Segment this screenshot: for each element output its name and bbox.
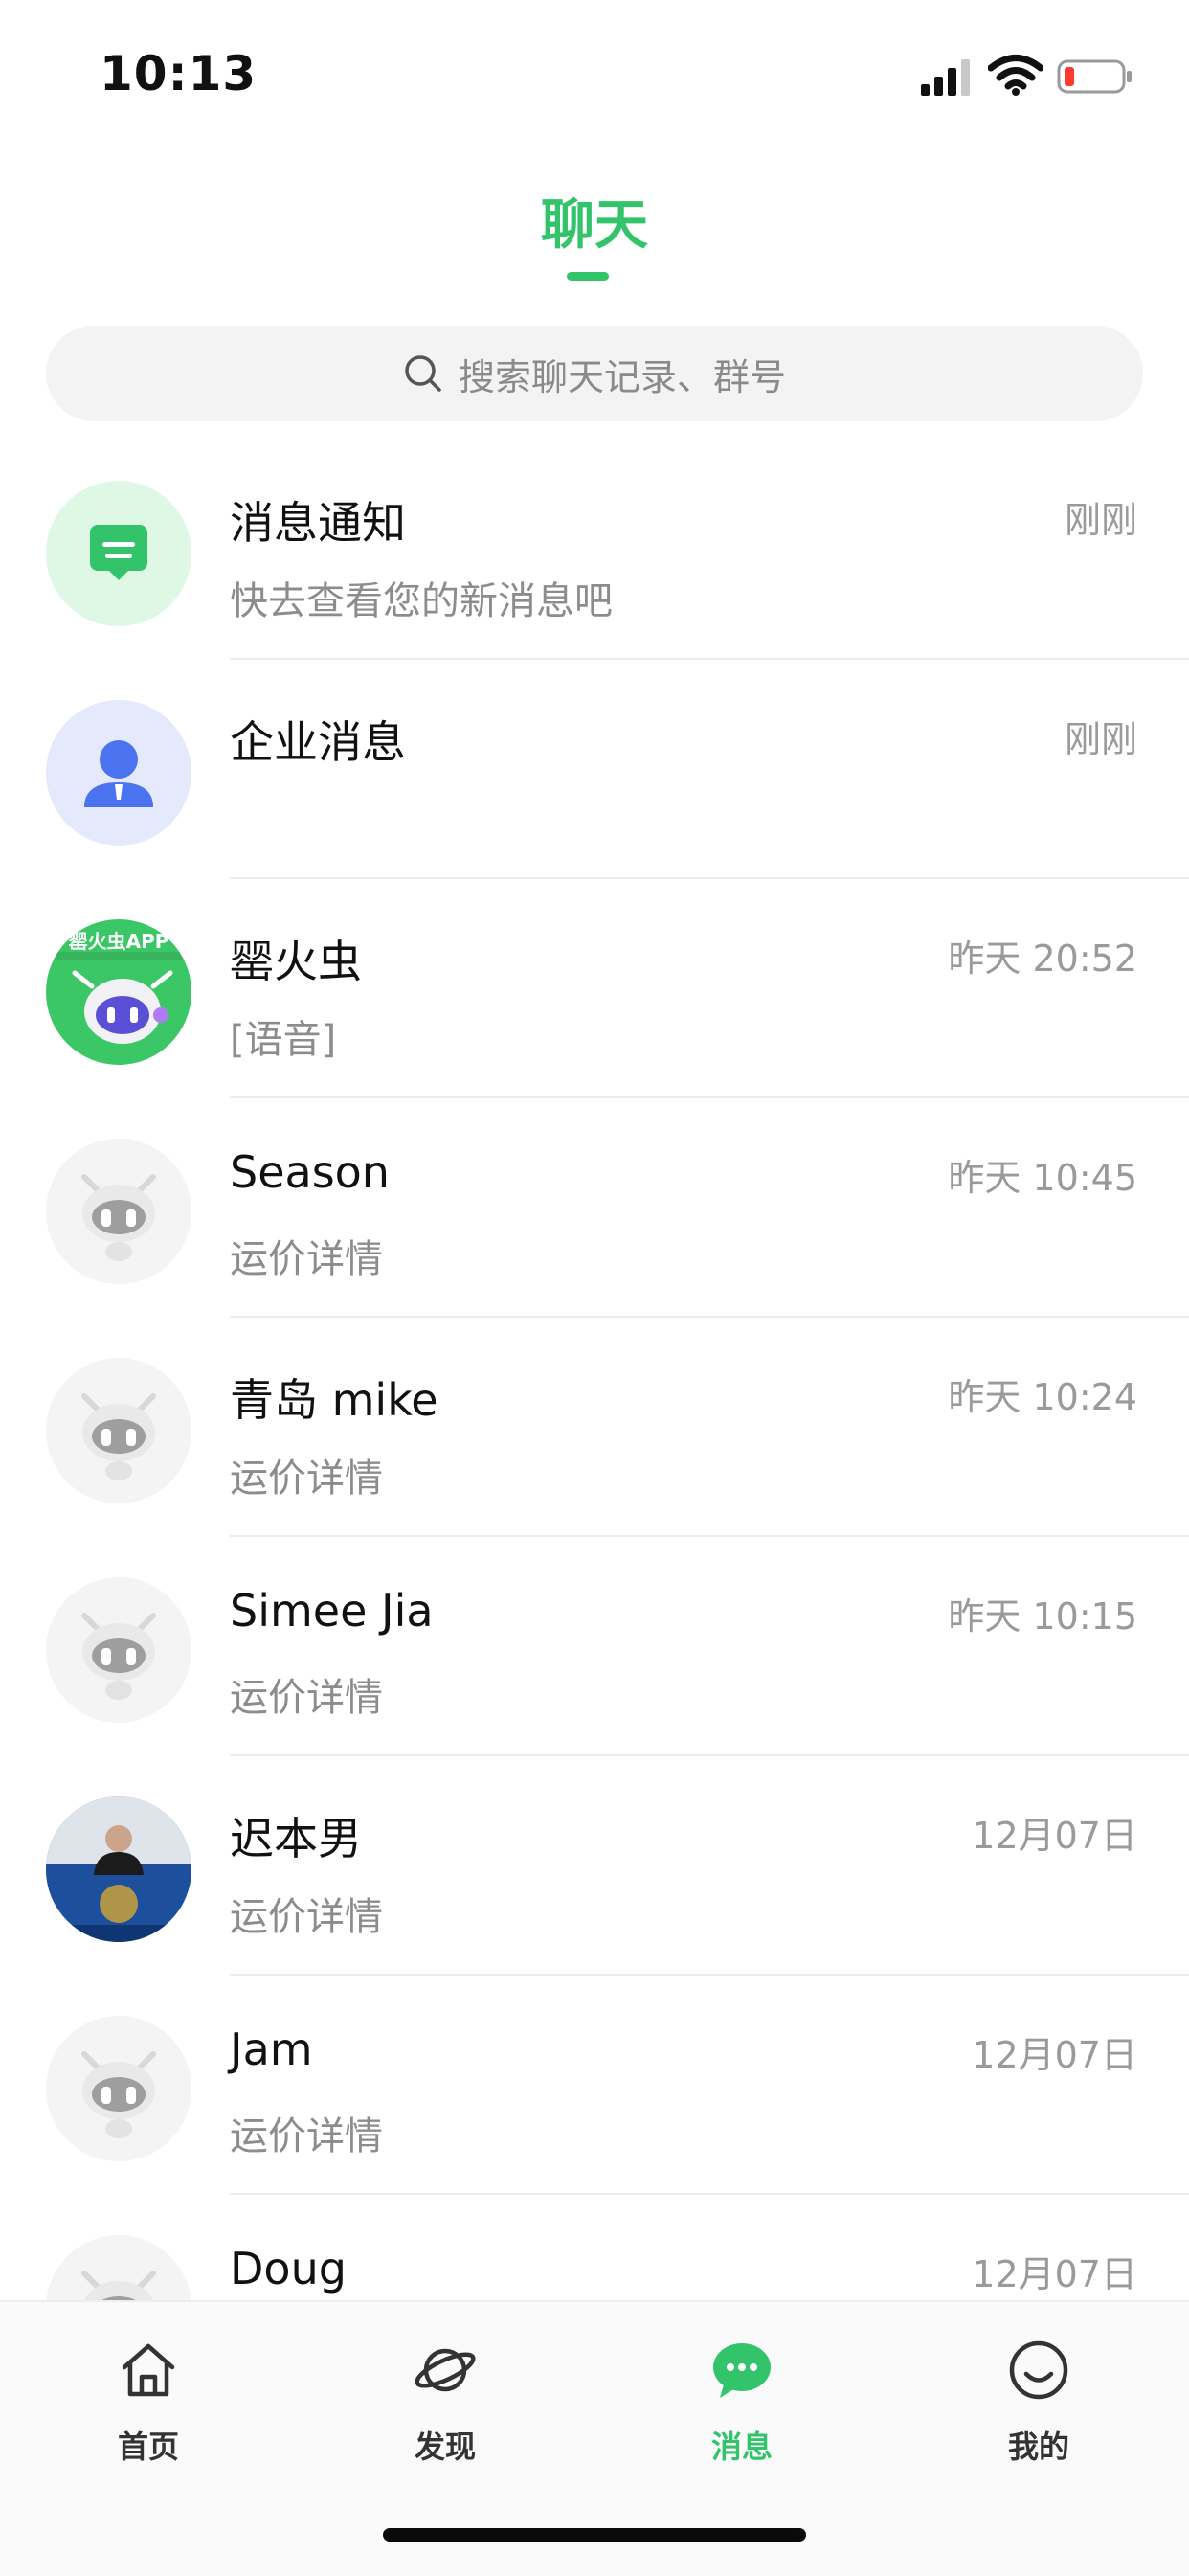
chat-time: 刚刚 bbox=[1064, 718, 1137, 760]
chat-name: 消息通知 bbox=[230, 497, 406, 549]
chat-item-enterprise[interactable]: 企业消息 刚刚 bbox=[0, 660, 1189, 879]
chat-name: 企业消息 bbox=[230, 716, 406, 768]
tab-label: 发现 bbox=[414, 2429, 476, 2465]
cellular-signal-icon bbox=[921, 59, 970, 96]
chat-last-message: 运价详情 bbox=[230, 2114, 383, 2158]
chat-name: Jam bbox=[230, 2023, 313, 2075]
status-time: 10:13 bbox=[100, 46, 258, 102]
chat-name: 迟本男 bbox=[230, 1813, 362, 1864]
chat-time: 12月07日 bbox=[972, 2253, 1137, 2295]
enterprise-user-icon bbox=[46, 700, 191, 846]
chat-item-jam[interactable]: Jam 运价详情 12月07日 bbox=[0, 1976, 1189, 2195]
search-placeholder: 搜索聊天记录、群号 bbox=[458, 355, 786, 398]
chat-name: 罂火虫 bbox=[230, 936, 362, 987]
chat-list: 消息通知 快去查看您的新消息吧 刚刚 企业消息 刚刚 罂火虫APP 罂火虫 [语… bbox=[0, 441, 1189, 2300]
chat-item-chibennan[interactable]: 迟本男 运价详情 12月07日 bbox=[0, 1756, 1189, 1976]
chat-item-simee-jia[interactable]: Simee Jia 运价详情 昨天 10:15 bbox=[0, 1537, 1189, 1756]
page-title: 聊天 bbox=[541, 194, 648, 257]
search-icon bbox=[405, 355, 441, 392]
smile-icon bbox=[1009, 2340, 1068, 2400]
tab-home[interactable]: 首页 bbox=[0, 2302, 297, 2474]
chat-item-doug[interactable]: Doug 12月07日 bbox=[0, 2195, 1189, 2300]
chat-last-message: [语音] bbox=[230, 1018, 337, 1062]
chat-time: 昨天 10:24 bbox=[948, 1376, 1137, 1418]
chat-name: Simee Jia bbox=[230, 1585, 434, 1637]
chat-item-season[interactable]: Season 运价详情 昨天 10:45 bbox=[0, 1098, 1189, 1318]
chat-item-message-notification[interactable]: 消息通知 快去查看您的新消息吧 刚刚 bbox=[0, 441, 1189, 660]
tab-messages[interactable]: 消息 bbox=[594, 2302, 890, 2474]
chat-last-message: 运价详情 bbox=[230, 1457, 383, 1501]
default-robot-avatar bbox=[46, 2016, 191, 2161]
robot-brand-avatar: 罂火虫APP bbox=[46, 919, 191, 1065]
search-input[interactable]: 搜索聊天记录、群号 bbox=[46, 326, 1143, 421]
chat-time: 刚刚 bbox=[1064, 499, 1137, 541]
chat-name: Doug bbox=[230, 2243, 347, 2294]
tab-discover[interactable]: 发现 bbox=[297, 2302, 594, 2474]
chat-name: 青岛 mike bbox=[230, 1374, 438, 1426]
photo-avatar bbox=[46, 1796, 191, 1942]
title-underline bbox=[567, 272, 609, 281]
chat-last-message: 运价详情 bbox=[230, 1237, 383, 1281]
message-notification-icon bbox=[46, 481, 191, 626]
tab-label: 我的 bbox=[1007, 2429, 1069, 2465]
chat-last-message: 运价详情 bbox=[230, 1676, 383, 1720]
home-indicator bbox=[383, 2528, 806, 2542]
default-robot-avatar bbox=[46, 1358, 191, 1503]
chat-time: 昨天 10:45 bbox=[948, 1157, 1137, 1199]
chat-name: Season bbox=[230, 1146, 390, 1198]
battery-low-icon bbox=[1057, 59, 1132, 94]
chat-time: 12月07日 bbox=[972, 1815, 1137, 1857]
planet-icon bbox=[415, 2348, 476, 2392]
home-icon bbox=[122, 2343, 175, 2397]
chat-item-yinghuochong[interactable]: 罂火虫APP 罂火虫 [语音] 昨天 20:52 bbox=[0, 879, 1189, 1098]
svg-text:罂火虫APP: 罂火虫APP bbox=[69, 930, 169, 953]
default-robot-avatar bbox=[46, 1139, 191, 1284]
chat-bubble-icon bbox=[713, 2343, 771, 2398]
default-robot-avatar bbox=[46, 1577, 191, 1723]
chat-item-qingdao-mike[interactable]: 青岛 mike 运价详情 昨天 10:24 bbox=[0, 1318, 1189, 1537]
tab-label: 消息 bbox=[710, 2429, 773, 2465]
tab-me[interactable]: 我的 bbox=[890, 2302, 1187, 2474]
status-bar: 10:13 bbox=[0, 0, 1189, 144]
chat-time: 昨天 20:52 bbox=[948, 938, 1137, 980]
default-robot-avatar bbox=[46, 2235, 191, 2300]
page-header: 聊天 bbox=[0, 182, 1189, 260]
chat-time: 12月07日 bbox=[972, 2034, 1137, 2076]
tab-label: 首页 bbox=[117, 2429, 179, 2465]
chat-time: 昨天 10:15 bbox=[948, 1595, 1137, 1638]
wifi-icon bbox=[988, 55, 1043, 96]
chat-last-message: 运价详情 bbox=[230, 1895, 383, 1939]
chat-last-message: 快去查看您的新消息吧 bbox=[230, 579, 613, 623]
